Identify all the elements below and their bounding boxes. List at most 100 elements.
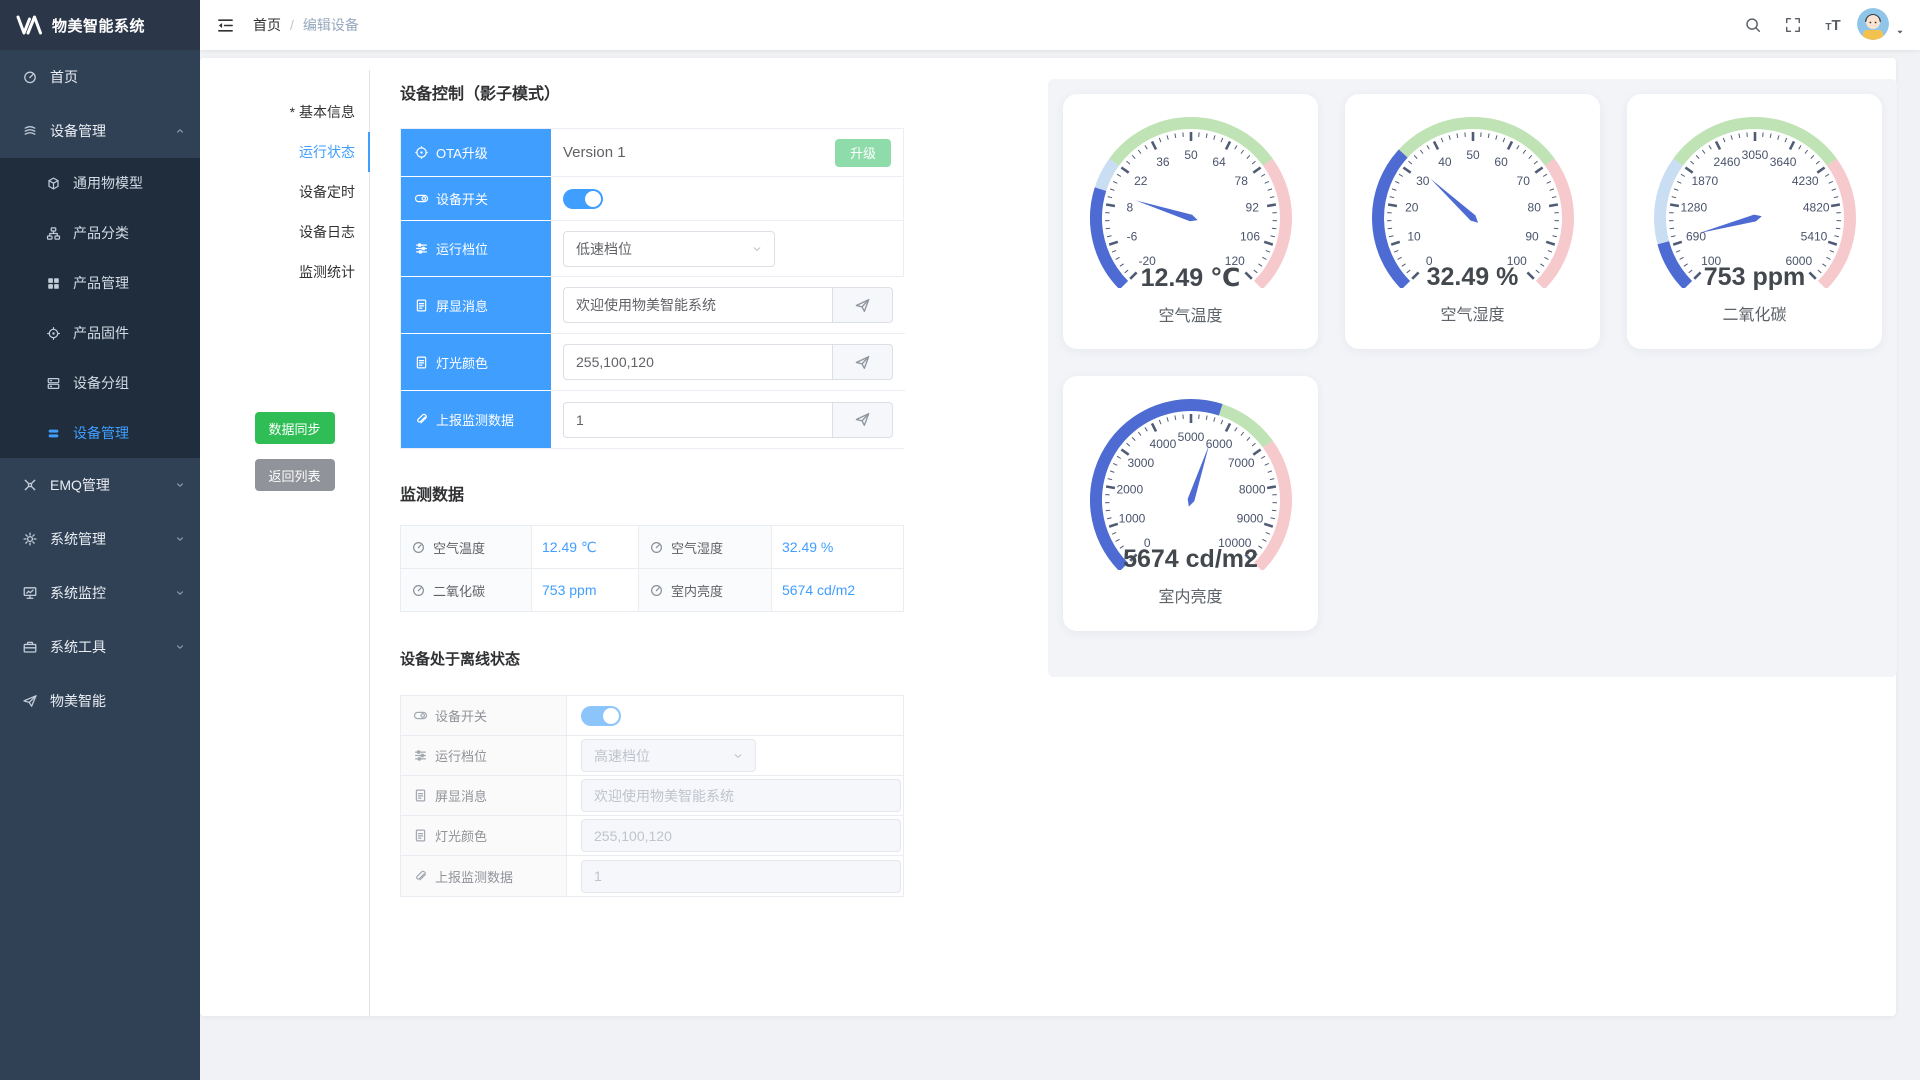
svg-text:2000: 2000 — [1116, 482, 1143, 496]
send-button[interactable] — [832, 344, 893, 380]
device-switch-toggle[interactable] — [581, 706, 621, 726]
屏显消息-input[interactable] — [581, 779, 901, 812]
font-size-icon[interactable]: TT — [1817, 9, 1849, 41]
fullscreen-icon[interactable] — [1777, 9, 1809, 41]
control-row-label: 设备开关 — [401, 177, 551, 221]
content-card: * 基本信息运行状态设备定时设备日志监测统计 数据同步 返回列表 设备控制（影子… — [200, 58, 1896, 1016]
tab-4[interactable]: 监测统计 — [220, 252, 369, 292]
tab-0[interactable]: * 基本信息 — [220, 92, 369, 132]
run-gear-select[interactable]: 高速档位 — [581, 739, 756, 772]
svg-text:5410: 5410 — [1800, 229, 1827, 243]
control-row-label: 上报监测数据 — [401, 391, 551, 448]
sidebar-subitem-1-0[interactable]: 通用物模型 — [0, 158, 200, 208]
monitor-icon — [22, 585, 38, 601]
gauge-card-0: -20-68223650647892106120 12.49 ℃ 空气温度 — [1063, 94, 1318, 349]
breadcrumb-current: 编辑设备 — [303, 15, 359, 35]
offline-row-label: 运行档位 — [401, 736, 567, 775]
sidebar-subitem-1-5[interactable]: 设备管理 — [0, 408, 200, 458]
offline-row-label: 屏显消息 — [401, 776, 567, 815]
svg-text:4820: 4820 — [1802, 200, 1829, 214]
svg-text:3000: 3000 — [1127, 456, 1154, 470]
list-icon — [46, 426, 61, 441]
monitor-label: 空气湿度 — [639, 526, 772, 569]
toolbox-icon — [22, 639, 38, 655]
svg-text:90: 90 — [1525, 229, 1539, 243]
gauge-card-1: 0102030405060708090100 32.49 % 空气湿度 — [1345, 94, 1600, 349]
avatar[interactable] — [1857, 8, 1889, 40]
svg-text:2460: 2460 — [1713, 155, 1740, 169]
sidebar-subitem-1-2[interactable]: 产品管理 — [0, 258, 200, 308]
sidebar-item-5[interactable]: 系统工具 — [0, 620, 200, 674]
doc-icon — [414, 298, 429, 313]
tab-1[interactable]: 运行状态 — [220, 132, 369, 172]
sidebar-subitem-1-3[interactable]: 产品固件 — [0, 308, 200, 358]
doc-icon — [413, 828, 428, 843]
monitor-value: 12.49 ℃ — [532, 526, 639, 569]
monitor-value: 32.49 % — [772, 526, 904, 569]
breadcrumb-home[interactable]: 首页 — [253, 15, 281, 35]
sidebar-item-3[interactable]: 系统管理 — [0, 512, 200, 566]
send-icon — [854, 297, 871, 314]
灯光颜色-input[interactable] — [563, 344, 832, 380]
send-icon — [854, 354, 871, 371]
offline-row-value — [567, 856, 903, 896]
odometer-icon — [411, 583, 426, 598]
firmware-icon — [46, 326, 61, 341]
monitor-value: 5674 cd/m2 — [772, 569, 904, 612]
sidebar-item-2[interactable]: EMQ管理 — [0, 458, 200, 512]
send-icon — [854, 411, 871, 428]
上报监测数据-input[interactable] — [581, 860, 901, 893]
control-title: 设备控制（影子模式） — [400, 80, 904, 104]
gear-icon — [22, 531, 38, 547]
tab-3[interactable]: 设备日志 — [220, 212, 369, 252]
run-gear-select[interactable]: 低速档位 — [563, 231, 775, 267]
upgrade-button[interactable]: 升级 — [835, 139, 891, 167]
sidebar-item-4[interactable]: 系统监控 — [0, 566, 200, 620]
gauge-value: 753 ppm — [1704, 263, 1805, 292]
svg-text:4230: 4230 — [1791, 174, 1818, 188]
sidebar-fold-icon[interactable] — [216, 16, 235, 35]
sidebar-subitem-1-1[interactable]: 产品分类 — [0, 208, 200, 258]
offline-row-4: 上报监测数据 — [401, 856, 903, 896]
屏显消息-input[interactable] — [563, 287, 832, 323]
gauge-card-2: 1006901280187024603050364042304820541060… — [1627, 94, 1882, 349]
user-menu[interactable] — [1857, 8, 1906, 42]
offline-row-label: 设备开关 — [401, 696, 567, 735]
device-switch-toggle[interactable] — [563, 189, 603, 209]
group-icon — [46, 376, 61, 391]
gauge-value: 12.49 ℃ — [1141, 263, 1241, 293]
odometer-icon — [649, 540, 664, 555]
monitor-data-table: 空气温度 12.49 ℃空气湿度 32.49 %二氧化碳 753 ppm室内亮度… — [400, 525, 904, 612]
input-group — [563, 287, 893, 323]
gauge-title: 空气湿度 — [1440, 301, 1504, 325]
ota-icon — [414, 145, 429, 160]
control-row-label: 屏显消息 — [401, 277, 551, 334]
offline-row-2: 屏显消息 — [401, 776, 903, 816]
上报监测数据-input[interactable] — [563, 402, 832, 438]
monitor-title: 监测数据 — [400, 481, 904, 505]
control-row-5: 上报监测数据 — [401, 391, 903, 448]
search-icon[interactable] — [1737, 9, 1769, 41]
sidebar-subitem-1-4[interactable]: 设备分组 — [0, 358, 200, 408]
sidebar-item-6[interactable]: 物美智能 — [0, 674, 200, 728]
tabs-column: * 基本信息运行状态设备定时设备日志监测统计 数据同步 返回列表 — [220, 70, 370, 1016]
tab-2[interactable]: 设备定时 — [220, 172, 369, 212]
svg-text:8000: 8000 — [1238, 482, 1265, 496]
svg-text:64: 64 — [1212, 155, 1226, 169]
back-to-list-button[interactable]: 返回列表 — [255, 459, 335, 491]
send-button[interactable] — [832, 287, 893, 323]
svg-text:20: 20 — [1405, 200, 1419, 214]
sidebar-item-0[interactable]: 首页 — [0, 50, 200, 104]
offline-state-table: 设备开关 运行档位 高速档位 屏显消息 灯光颜色 上报监测数据 — [400, 695, 904, 897]
control-row-4: 灯光颜色 — [401, 334, 903, 391]
send-button[interactable] — [832, 402, 893, 438]
sidebar-item-1[interactable]: 设备管理 — [0, 104, 200, 158]
offline-title: 设备处于离线状态 — [400, 648, 904, 669]
data-sync-button[interactable]: 数据同步 — [255, 412, 335, 444]
control-row-value: 低速档位 — [551, 221, 903, 277]
svg-text:36: 36 — [1156, 155, 1170, 169]
chevron-down-icon — [731, 749, 745, 763]
input-group — [563, 402, 893, 438]
灯光颜色-input[interactable] — [581, 819, 901, 852]
svg-text:78: 78 — [1234, 174, 1248, 188]
